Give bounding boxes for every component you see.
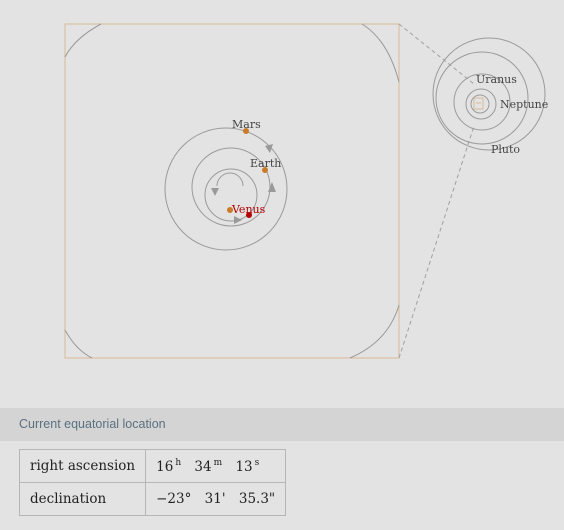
value-part: 35.3": [238, 491, 276, 507]
label-venus: Venus: [231, 203, 266, 216]
connector-line-bottom: [398, 125, 475, 359]
earth-direction-arrow: [268, 182, 276, 192]
solar-system-diagram: Mars Earth Venus Uranus Neptune Pluto: [64, 23, 548, 359]
row-value: 16 h 34 m 13 s: [145, 449, 287, 483]
frame-corner-arcs: [64, 23, 400, 359]
location-table: right ascension 16 h 34 m 13 s declination …: [18, 449, 287, 516]
label-pluto: Pluto: [491, 143, 520, 156]
venus-direction-arrow: [211, 188, 219, 196]
row-value: −23° 31' 35.3": [145, 482, 287, 516]
value-part: 34 m: [194, 457, 223, 475]
row-label: declination: [18, 482, 147, 516]
label-earth: Earth: [250, 157, 281, 170]
value-part: −23°: [156, 491, 192, 507]
zoom-frame: [64, 23, 400, 359]
inner-direction-arrow: [234, 216, 242, 224]
value-part: 13 s: [235, 457, 260, 475]
value-part: 16 h: [156, 457, 182, 475]
section-title: Current equatorial location: [19, 417, 166, 431]
table-row: right ascension 16 h 34 m 13 s: [18, 449, 287, 483]
row-label: right ascension: [18, 449, 147, 483]
outer-inset: [432, 37, 546, 151]
table-row: declination −23° 31' 35.3": [18, 482, 287, 516]
mercury-orbit-arc: [216, 172, 244, 187]
value-part: 31': [204, 491, 226, 507]
section-header: Current equatorial location: [0, 408, 564, 441]
label-uranus: Uranus: [476, 73, 517, 86]
label-neptune: Neptune: [500, 98, 548, 111]
label-mars: Mars: [232, 118, 261, 131]
